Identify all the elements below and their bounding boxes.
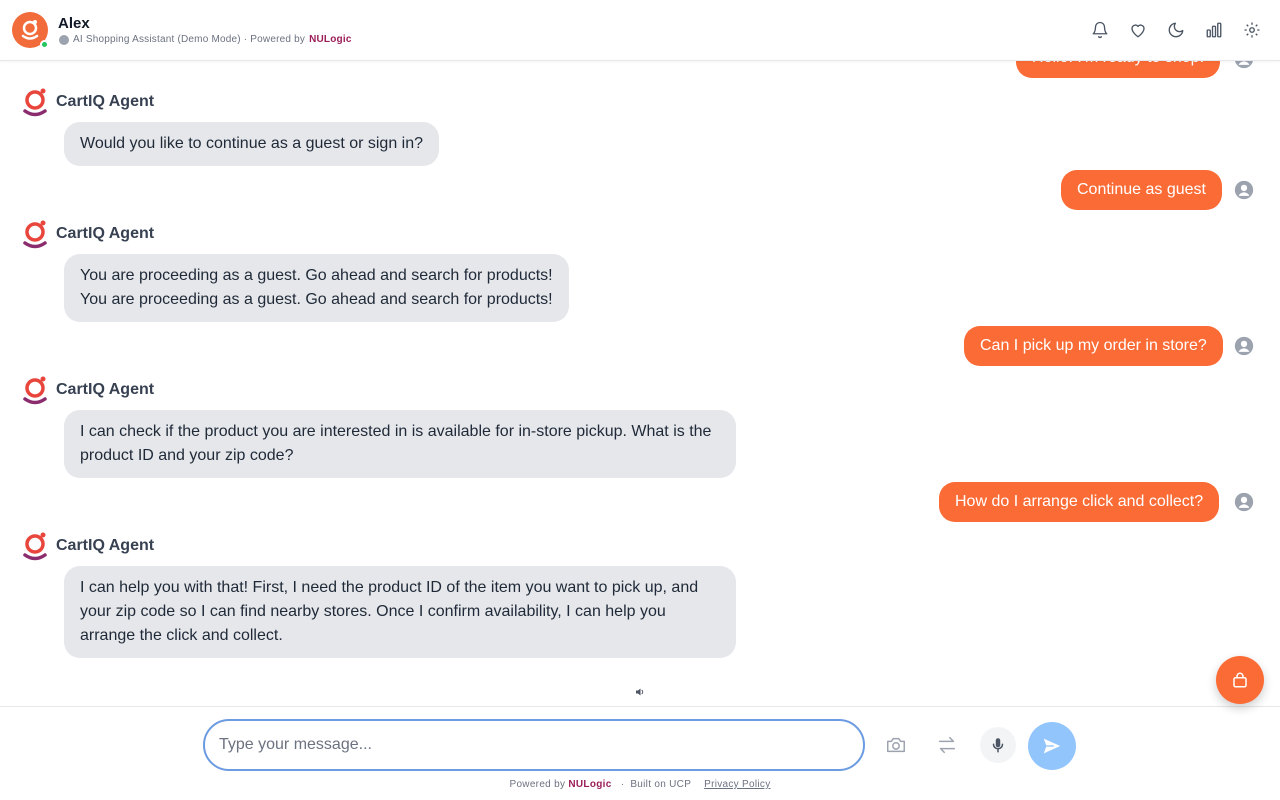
message-input[interactable] [203, 719, 865, 771]
agent-subtitle: AI Shopping Assistant (Demo Mode) · Powe… [59, 34, 352, 45]
composer: Powered by NULogic · Built on UCP Privacy… [0, 706, 1280, 800]
user-message: Continue as guest [1061, 170, 1222, 210]
gear-icon[interactable] [1242, 18, 1262, 42]
microphone-icon [992, 738, 1004, 753]
message-line: You are proceeding as a guest. Go ahead … [80, 291, 553, 308]
user-avatar-icon [1234, 336, 1254, 356]
agent-label: CartIQ Agent [56, 225, 155, 242]
agent-message-header: CartIQ Agent [22, 375, 154, 405]
info-icon [59, 34, 69, 45]
camera-button[interactable] [878, 727, 914, 763]
user-message: Can I pick up my order in store? [964, 326, 1223, 366]
agent-message: I can check if the product you are inter… [64, 410, 736, 478]
agent-message: Would you like to continue as a guest or… [64, 122, 440, 166]
agent-avatar [12, 12, 49, 49]
speaker-icon[interactable] [634, 686, 646, 698]
user-avatar-icon [1234, 492, 1254, 512]
agent-message: I can help you with that! First, I need … [64, 566, 736, 658]
agent-label: CartIQ Agent [56, 381, 155, 398]
cart-button[interactable] [1216, 656, 1264, 704]
cartiq-logo-icon [23, 376, 47, 405]
heart-icon[interactable] [1128, 18, 1148, 42]
agent-message-header: CartIQ Agent [22, 531, 154, 561]
agent-message-header: CartIQ Agent [22, 219, 154, 249]
chat-header: Alex AI Shopping Assistant (Demo Mode) ·… [0, 0, 1280, 61]
agent-message-header: CartIQ Agent [22, 87, 154, 117]
cartiq-logo-icon [23, 220, 47, 249]
send-button[interactable] [1028, 722, 1076, 770]
built-on-text: Built on UCP [630, 779, 691, 790]
subtitle-text: AI Shopping Assistant (Demo Mode) · Powe… [73, 34, 306, 45]
moon-icon[interactable] [1166, 18, 1186, 42]
footer-credits: Powered by NULogic · Built on UCP Privacy… [0, 779, 1280, 790]
agent-label: CartIQ Agent [56, 537, 155, 554]
agent-label: CartIQ Agent [56, 93, 155, 110]
privacy-policy-link[interactable]: Privacy Policy [704, 779, 770, 790]
brand-name[interactable]: NULogic [309, 34, 352, 45]
header-toolbar [1090, 18, 1262, 42]
user-message: How do I arrange click and collect? [939, 482, 1220, 522]
bell-icon[interactable] [1090, 18, 1110, 42]
chat-messages[interactable]: Hello! I'm ready to shop! CartIQ Agent W… [0, 61, 1280, 706]
user-avatar-icon [1234, 180, 1254, 200]
camera-icon [887, 737, 905, 753]
swap-button[interactable] [929, 727, 965, 763]
bar-chart-icon[interactable] [1204, 18, 1224, 42]
shopping-bag-icon [1233, 672, 1247, 688]
powered-prefix: Powered by [509, 779, 566, 790]
agent-name: Alex [58, 15, 90, 32]
footer-brand[interactable]: NULogic [568, 779, 611, 790]
agent-message: You are proceeding as a guest. Go ahead … [64, 254, 569, 322]
message-line: You are proceeding as a guest. Go ahead … [80, 267, 553, 284]
online-status-dot [40, 40, 49, 49]
send-icon [1043, 738, 1061, 754]
microphone-button[interactable] [980, 727, 1016, 763]
swap-icon [938, 736, 956, 754]
user-avatar-icon [1235, 61, 1253, 69]
separator: · [620, 779, 625, 790]
cartiq-logo-icon [23, 532, 47, 561]
user-message: Hello! I'm ready to shop! [1016, 61, 1221, 78]
cartiq-logo-icon [21, 20, 39, 40]
cartiq-logo-icon [23, 88, 47, 117]
